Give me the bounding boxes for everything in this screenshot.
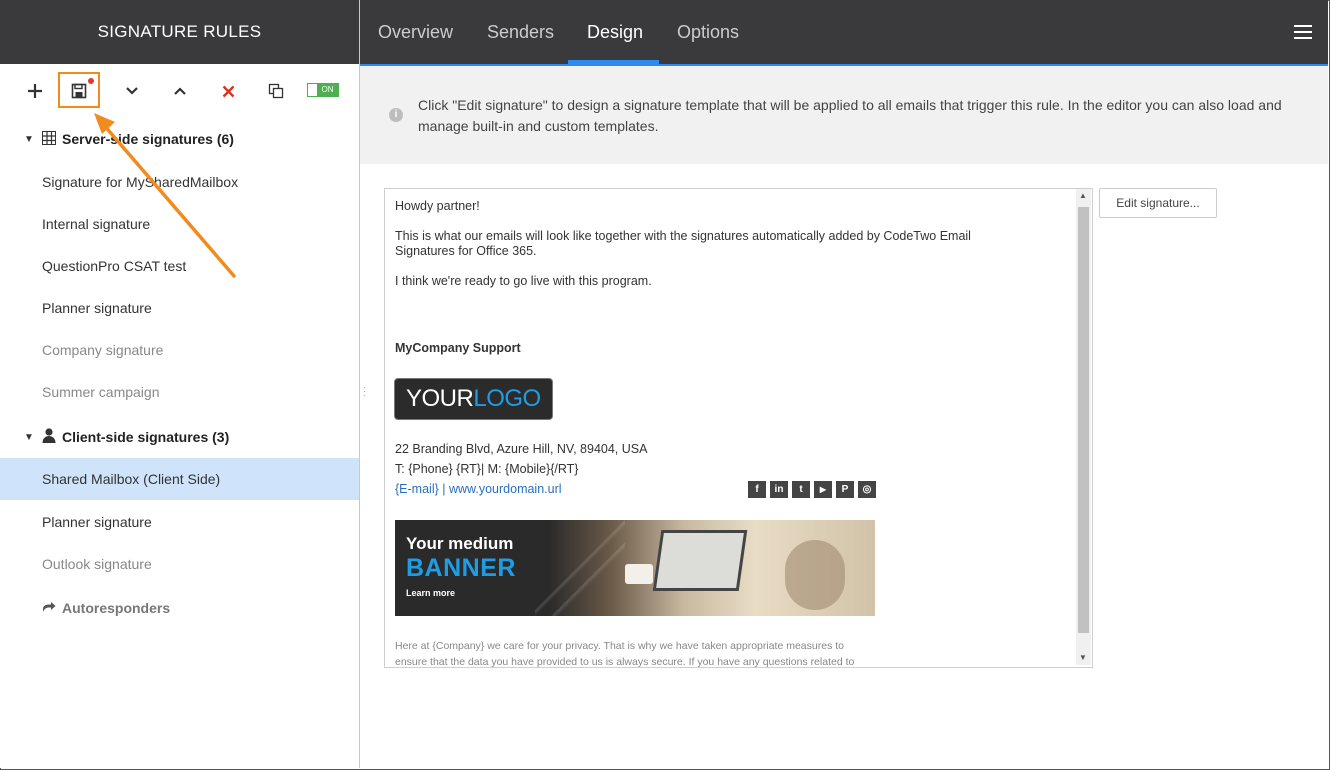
chevron-down-icon xyxy=(126,87,138,95)
chevron-down-icon: ▼ xyxy=(24,431,34,443)
company-logo: YOUR LOGO xyxy=(395,379,552,419)
domain-link[interactable]: www.yourdomain.url xyxy=(449,482,562,496)
logo-text-logo: LOGO xyxy=(473,385,541,412)
list-item[interactable]: Signature for MySharedMailbox xyxy=(0,161,359,203)
sidebar-title: SIGNATURE RULES xyxy=(0,0,359,64)
link-separator: | xyxy=(438,482,449,496)
tab-senders[interactable]: Senders xyxy=(487,0,554,64)
move-down-button[interactable] xyxy=(119,80,145,102)
move-up-button[interactable] xyxy=(167,80,193,102)
rules-toolbar: ON xyxy=(0,64,359,116)
banner-title: Your medium xyxy=(406,534,514,553)
banner-learn-more[interactable]: Learn more xyxy=(406,588,455,598)
scroll-down-icon[interactable]: ▼ xyxy=(1079,653,1087,662)
copy-icon xyxy=(268,83,284,99)
chevron-up-icon xyxy=(174,87,186,95)
info-icon: i xyxy=(389,108,403,122)
preview-paragraph-line: This is what our emails will look like t… xyxy=(395,229,971,243)
rule-toggle[interactable]: ON xyxy=(307,83,339,97)
banner-heading: BANNER xyxy=(406,554,516,582)
linkedin-icon[interactable]: in xyxy=(770,481,788,498)
save-icon xyxy=(71,83,87,99)
list-item[interactable]: Planner signature xyxy=(0,501,359,543)
user-icon xyxy=(42,428,56,443)
list-item[interactable]: Outlook signature xyxy=(0,543,359,585)
medium-banner[interactable]: Your medium BANNER Learn more xyxy=(395,520,875,616)
group-client-side[interactable]: ▼ Client-side signatures (3) xyxy=(0,419,359,455)
list-item[interactable]: Planner signature xyxy=(0,287,359,329)
close-icon xyxy=(222,85,234,97)
group-label: Server-side signatures (6) xyxy=(62,131,234,147)
banner-photo-laptop xyxy=(652,530,748,591)
group-server-side[interactable]: ▼ Server-side signatures (6) xyxy=(0,121,359,157)
chevron-down-icon: ▼ xyxy=(24,133,34,145)
preview-company-name: MyCompany Support xyxy=(395,341,521,355)
twitter-icon[interactable]: t xyxy=(792,481,810,498)
preview-paragraph: I think we're ready to go live with this… xyxy=(395,274,652,288)
preview-phones: T: {Phone} {RT}| M: {Mobile}{/RT} xyxy=(395,462,579,476)
youtube-icon[interactable]: ▶ xyxy=(814,481,832,498)
toggle-knob xyxy=(308,84,317,96)
hamburger-icon-line xyxy=(1294,37,1312,39)
list-item-selected[interactable]: Shared Mailbox (Client Side) xyxy=(0,458,359,500)
reply-arrow-icon xyxy=(43,602,56,612)
privacy-disclaimer: Here at {Company} we care for your priva… xyxy=(395,640,855,668)
banner-decoration xyxy=(535,520,625,616)
preview-greeting: Howdy partner! xyxy=(395,199,480,213)
list-item[interactable]: Company signature xyxy=(0,329,359,371)
logo-text-your: YOUR xyxy=(406,385,474,412)
preview-address: 22 Branding Blvd, Azure Hill, NV, 89404,… xyxy=(395,442,648,456)
scrollbar-thumb[interactable] xyxy=(1078,207,1089,633)
save-button[interactable] xyxy=(66,78,94,102)
delete-rule-button[interactable] xyxy=(215,80,241,102)
list-item[interactable]: Summer campaign xyxy=(0,371,359,413)
toggle-label: ON xyxy=(317,84,338,96)
banner-photo-person xyxy=(785,540,845,610)
tab-options[interactable]: Options xyxy=(677,0,739,64)
preview-paragraph-line: Signatures for Office 365. xyxy=(395,244,537,258)
menu-button[interactable] xyxy=(1294,25,1312,39)
autoresponders-label: Autoresponders xyxy=(62,600,171,616)
group-label: Client-side signatures (3) xyxy=(62,429,230,445)
rules-sidebar: SIGNATURE RULES ON ▼ Server-side signatu… xyxy=(0,0,360,768)
hamburger-icon-line xyxy=(1294,31,1312,33)
scroll-up-icon[interactable]: ▲ xyxy=(1079,191,1087,200)
plus-icon xyxy=(28,84,42,98)
hamburger-icon xyxy=(1294,25,1312,27)
autoresponders-group[interactable]: Autoresponders xyxy=(42,600,170,616)
unsaved-indicator xyxy=(88,78,94,84)
preview-scrollbar[interactable]: ▲ ▼ xyxy=(1076,189,1091,665)
panel-splitter-handle[interactable]: · · · xyxy=(363,383,366,401)
add-rule-button[interactable] xyxy=(22,80,48,102)
pinterest-icon[interactable]: P xyxy=(836,481,854,498)
duplicate-rule-button[interactable] xyxy=(263,80,289,102)
list-item[interactable]: QuestionPro CSAT test xyxy=(0,245,359,287)
facebook-icon[interactable]: f xyxy=(748,481,766,498)
banner-photo-cup xyxy=(625,564,653,584)
social-icons: f in t ▶ P ◎ xyxy=(748,481,876,498)
instagram-icon[interactable]: ◎ xyxy=(858,481,876,498)
info-text: Click "Edit signature" to design a signa… xyxy=(418,97,1282,134)
preview-contact-links: {E-mail} | www.yourdomain.url xyxy=(395,482,562,496)
edit-signature-button[interactable]: Edit signature... xyxy=(1099,188,1217,218)
tab-design[interactable]: Design xyxy=(587,0,643,64)
email-link[interactable]: {E-mail} xyxy=(395,482,439,496)
server-icon xyxy=(42,131,56,145)
list-item[interactable]: Internal signature xyxy=(0,203,359,245)
tab-overview[interactable]: Overview xyxy=(378,0,453,64)
